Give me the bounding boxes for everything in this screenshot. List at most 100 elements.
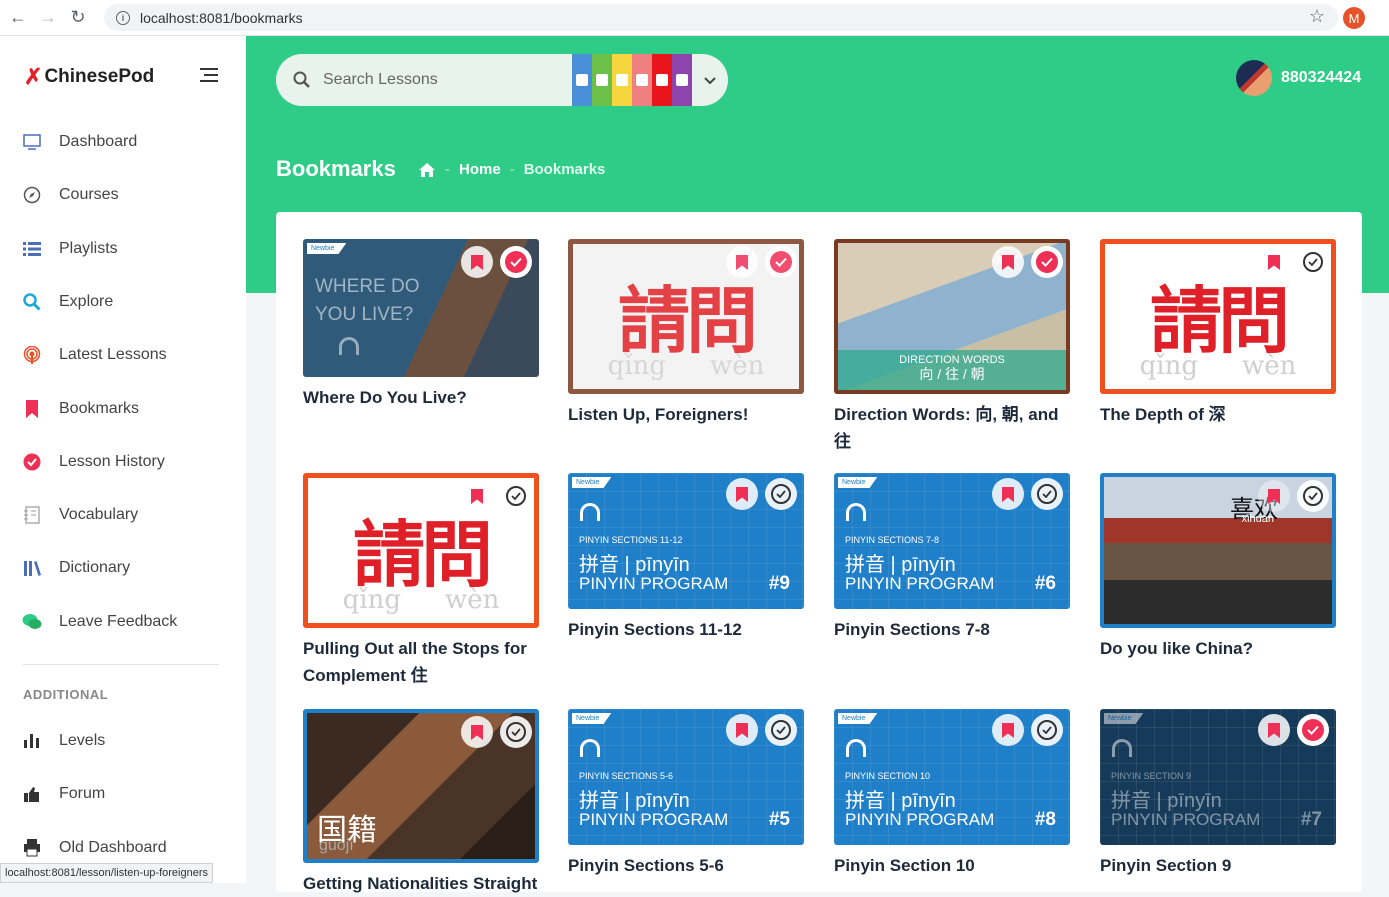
lesson-thumbnail[interactable]: 請問 qǐng wèn	[303, 473, 539, 628]
sidebar-item-levels[interactable]: Levels	[22, 731, 105, 751]
lesson-thumbnail[interactable]: Newbie PINYIN SECTIONS 5-6 拼音 | pīnyīn P…	[568, 709, 804, 845]
lesson-card[interactable]: Newbie WHERE DO YOU LIVE? Where Do You L…	[303, 239, 539, 411]
lesson-thumbnail[interactable]: 国籍 guójí	[303, 709, 539, 863]
lesson-card[interactable]: Newbie PINYIN SECTION 9 拼音 | pīnyīn PINY…	[1100, 709, 1336, 879]
home-icon[interactable]	[418, 162, 436, 178]
lesson-title[interactable]: Direction Words: 向, 朝, and 往	[834, 401, 1070, 455]
completed-toggle[interactable]	[1031, 714, 1063, 746]
completed-toggle[interactable]	[1031, 246, 1063, 278]
bookmark-button[interactable]	[726, 478, 758, 510]
chevron-down-icon[interactable]	[702, 72, 718, 88]
bookmark-button[interactable]	[1258, 246, 1290, 278]
lesson-card[interactable]: 請問 qǐng wèn Pulling Out all the Stops for…	[303, 473, 539, 689]
reload-icon[interactable]: ↻	[63, 3, 93, 33]
search-input[interactable]: Search Lessons	[323, 71, 438, 89]
profile-avatar[interactable]: M	[1343, 7, 1365, 29]
info-icon[interactable]: i	[116, 10, 130, 25]
bookmark-button[interactable]	[726, 714, 758, 746]
sidebar-item-explore[interactable]: Explore	[22, 292, 113, 312]
lesson-card[interactable]: 喜欢 xǐhuan Do you like China?	[1100, 473, 1336, 662]
lesson-thumbnail[interactable]: Newbie PINYIN SECTIONS 11-12 拼音 | pīnyīn…	[568, 473, 804, 609]
menu-toggle-icon[interactable]	[200, 68, 218, 82]
lesson-title[interactable]: Pinyin Sections 5-6	[568, 852, 804, 879]
sidebar-item-old-dashboard[interactable]: Old Dashboard	[22, 838, 167, 858]
completed-toggle[interactable]	[1031, 478, 1063, 510]
sidebar-item-label: Leave Feedback	[59, 613, 178, 630]
sidebar-item-vocabulary[interactable]: Vocabulary	[22, 505, 138, 525]
bookmark-button[interactable]	[461, 246, 493, 278]
lesson-title[interactable]: Getting Nationalities Straight	[303, 870, 539, 897]
level-filter[interactable]	[572, 54, 692, 106]
bookmark-button[interactable]	[992, 478, 1024, 510]
check-icon	[506, 722, 526, 742]
lesson-title[interactable]: Pinyin Sections 7-8	[834, 616, 1070, 643]
lesson-card[interactable]: 請問 qǐng wèn Listen Up, Foreigners!	[568, 239, 804, 428]
completed-toggle[interactable]	[1297, 714, 1329, 746]
sidebar-item-bookmarks[interactable]: Bookmarks	[22, 399, 139, 419]
lesson-title[interactable]: Pinyin Section 9	[1100, 852, 1336, 879]
level-swatch[interactable]	[632, 54, 652, 106]
forward-icon[interactable]: →	[33, 3, 63, 33]
completed-toggle[interactable]	[765, 246, 797, 278]
user-menu[interactable]: 880324424	[1236, 60, 1361, 96]
lesson-title[interactable]: Pinyin Sections 11-12	[568, 616, 804, 643]
bookmark-button[interactable]	[1258, 714, 1290, 746]
lesson-thumbnail[interactable]: DIRECTION WORDS 向 / 往 / 朝	[834, 239, 1070, 394]
lesson-title[interactable]: The Depth of 深	[1100, 401, 1336, 428]
bookmark-button[interactable]	[461, 480, 493, 512]
bookmark-button[interactable]	[726, 246, 758, 278]
completed-toggle[interactable]	[1297, 246, 1329, 278]
bookmark-button[interactable]	[992, 714, 1024, 746]
sidebar-item-label: Playlists	[59, 240, 118, 257]
lesson-card[interactable]: Newbie PINYIN SECTIONS 7-8 拼音 | pīnyīn P…	[834, 473, 1070, 643]
brand-logo[interactable]: ✗ ChinesePod	[24, 64, 154, 90]
completed-toggle[interactable]	[765, 478, 797, 510]
sidebar-item-dashboard[interactable]: Dashboard	[22, 132, 137, 152]
lesson-title[interactable]: Listen Up, Foreigners!	[568, 401, 804, 428]
lesson-card[interactable]: Newbie PINYIN SECTIONS 5-6 拼音 | pīnyīn P…	[568, 709, 804, 879]
bookmark-button[interactable]	[461, 716, 493, 748]
completed-toggle[interactable]	[500, 480, 532, 512]
completed-toggle[interactable]	[500, 716, 532, 748]
sidebar-item-playlists[interactable]: Playlists	[22, 239, 118, 259]
sidebar-item-courses[interactable]: Courses	[22, 185, 119, 205]
lesson-card[interactable]: Newbie PINYIN SECTIONS 11-12 拼音 | pīnyīn…	[568, 473, 804, 643]
address-bar[interactable]: i localhost:8081/bookmarks	[104, 4, 1338, 31]
lesson-thumbnail[interactable]: 請問 qǐng wèn	[568, 239, 804, 394]
lesson-thumbnail[interactable]: Newbie WHERE DO YOU LIVE?	[303, 239, 539, 377]
level-swatch[interactable]	[652, 54, 672, 106]
avatar[interactable]	[1236, 60, 1272, 96]
sidebar-item-latest-lessons[interactable]: Latest Lessons	[22, 345, 167, 365]
completed-toggle[interactable]	[765, 714, 797, 746]
lesson-title[interactable]: Pulling Out all the Stops for Complement…	[303, 635, 539, 689]
lesson-thumbnail[interactable]: Newbie PINYIN SECTION 10 拼音 | pīnyīn PIN…	[834, 709, 1070, 845]
breadcrumb-home[interactable]: Home	[459, 161, 501, 178]
level-swatch[interactable]	[672, 54, 692, 106]
lesson-card[interactable]: 国籍 guójí Getting Nationalities Straight	[303, 709, 539, 897]
back-icon[interactable]: ←	[3, 3, 33, 33]
bookmark-button[interactable]	[1258, 480, 1290, 512]
sidebar-item-forum[interactable]: Forum	[22, 784, 105, 804]
bookmark-button[interactable]	[992, 246, 1024, 278]
sidebar-item-leave-feedback[interactable]: Leave Feedback	[22, 612, 177, 632]
search-bar[interactable]: Search Lessons	[276, 54, 728, 106]
sidebar-item-dictionary[interactable]: Dictionary	[22, 558, 130, 578]
lesson-card[interactable]: Newbie PINYIN SECTION 10 拼音 | pīnyīn PIN…	[834, 709, 1070, 879]
level-swatch[interactable]	[592, 54, 612, 106]
completed-toggle[interactable]	[1297, 480, 1329, 512]
completed-toggle[interactable]	[500, 246, 532, 278]
lesson-title[interactable]: Do you like China?	[1100, 635, 1336, 662]
level-swatch[interactable]	[572, 54, 592, 106]
lesson-title[interactable]: Where Do You Live?	[303, 384, 539, 411]
thumbnail-pinyin-label: 拼音 | pīnyīn	[579, 790, 690, 812]
lesson-card[interactable]: DIRECTION WORDS 向 / 往 / 朝 Direction Word…	[834, 239, 1070, 455]
lesson-title[interactable]: Pinyin Section 10	[834, 852, 1070, 879]
lesson-thumbnail[interactable]: 請問 qǐng wèn	[1100, 239, 1336, 394]
sidebar-item-lesson-history[interactable]: Lesson History	[22, 452, 165, 472]
star-icon[interactable]: ☆	[1309, 6, 1325, 27]
lesson-thumbnail[interactable]: 喜欢 xǐhuan	[1100, 473, 1336, 628]
level-swatch[interactable]	[612, 54, 632, 106]
lesson-card[interactable]: 請問 qǐng wèn The Depth of 深	[1100, 239, 1336, 428]
lesson-thumbnail[interactable]: Newbie PINYIN SECTIONS 7-8 拼音 | pīnyīn P…	[834, 473, 1070, 609]
lesson-thumbnail[interactable]: Newbie PINYIN SECTION 9 拼音 | pīnyīn PINY…	[1100, 709, 1336, 845]
